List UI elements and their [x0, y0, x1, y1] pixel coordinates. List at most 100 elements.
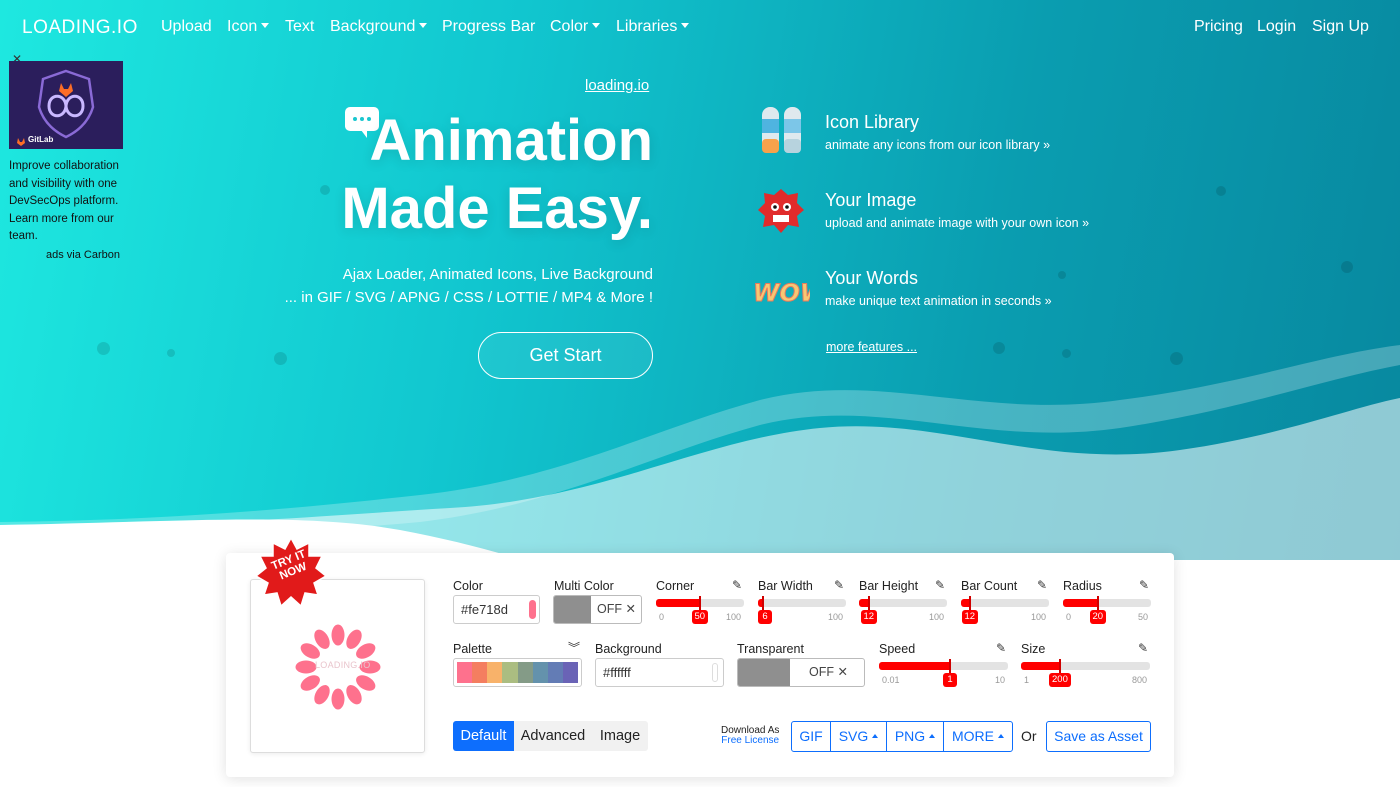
slider-value: 1	[943, 673, 957, 687]
nav-progress-bar-label: Progress Bar	[442, 18, 536, 35]
bar-count-label: Bar Count	[961, 579, 1018, 593]
color-input[interactable]: #fe718d	[453, 595, 540, 624]
bar-count-slider[interactable]: 210012	[961, 596, 1049, 626]
palette-swatch	[547, 662, 563, 683]
nav-pricing[interactable]: Pricing	[1194, 18, 1243, 36]
site-link[interactable]: loading.io	[585, 77, 649, 94]
pencil-icon[interactable]: ✎	[1037, 578, 1047, 592]
toggle-off-label: OFF ✕	[809, 665, 848, 679]
nav-sign-up[interactable]: Sign Up	[1312, 18, 1369, 36]
download-more-button[interactable]: MORE	[943, 721, 1013, 752]
radius-slider[interactable]: 0 50 20	[1063, 596, 1151, 626]
speed-slider[interactable]: 0.01 10 1	[879, 659, 1008, 689]
slider-value: 6	[758, 610, 772, 624]
caret-up-icon	[872, 734, 879, 738]
nav-background[interactable]: Background	[330, 18, 428, 36]
nav-libraries[interactable]: Libraries	[616, 18, 690, 36]
tab-image[interactable]: Image	[592, 721, 648, 751]
transparent-label: Transparent	[737, 642, 804, 656]
nav-progress-bar[interactable]: Progress Bar	[442, 18, 535, 36]
download-as-label: Download As Free License	[721, 726, 779, 746]
nav-text[interactable]: Text	[285, 18, 314, 36]
slider-track[interactable]	[961, 599, 1049, 607]
decor-dot	[167, 349, 175, 357]
size-slider[interactable]: 1 800 200	[1021, 659, 1150, 689]
palette-label: Palette	[453, 642, 492, 656]
tab-advanced[interactable]: Advanced	[514, 721, 592, 751]
bar-height-label: Bar Height	[859, 579, 919, 593]
download-gif-button[interactable]: GIF	[791, 721, 831, 752]
slider-track[interactable]	[859, 599, 947, 607]
nav-color-label: Color	[550, 18, 589, 35]
hero-headline: Animation Made Easy.	[341, 107, 653, 243]
slider-value: 50	[691, 610, 709, 624]
ad-text[interactable]: Improve collaboration and visibility wit…	[9, 158, 125, 246]
chevron-down-icon	[419, 23, 428, 28]
slider-max: 100	[827, 612, 843, 622]
feature-your-words[interactable]: WOW Your Words make unique text animatio…	[752, 261, 1172, 315]
nav-upload[interactable]: Upload	[161, 18, 212, 36]
radius-label: Radius	[1063, 579, 1102, 593]
multi-color-toggle[interactable]: OFF ✕	[553, 595, 642, 624]
ad-image[interactable]: GitLab	[9, 61, 123, 149]
size-label: Size	[1021, 642, 1046, 656]
slider-min: 0	[1066, 612, 1072, 622]
decor-dot	[1170, 352, 1183, 365]
pencil-icon[interactable]: ✎	[834, 578, 844, 592]
site-logo[interactable]: LOADING.IO	[22, 17, 138, 39]
more-features-link[interactable]: more features ...	[826, 340, 917, 354]
corner-slider[interactable]: 0 100 50	[656, 596, 744, 626]
slider-max: 10	[994, 675, 1005, 685]
spinner-bar	[331, 688, 345, 710]
more-label: MORE	[952, 728, 994, 744]
nav-icon[interactable]: Icon	[227, 18, 270, 36]
double-chevron-down-icon[interactable]: ︾	[568, 639, 580, 656]
pencil-icon[interactable]: ✎	[935, 578, 945, 592]
free-license-link[interactable]: Free License	[721, 736, 779, 746]
nav-login[interactable]: Login	[1257, 18, 1296, 36]
palette-swatch	[562, 662, 578, 683]
feature-title: Your Image	[825, 190, 917, 210]
nav-icon-label: Icon	[227, 18, 258, 35]
transparent-toggle[interactable]: OFF ✕	[737, 658, 865, 687]
feature-icon-library[interactable]: Icon Library animate any icons from our …	[752, 105, 1172, 159]
chevron-down-icon	[261, 23, 270, 28]
subtitle-line1: Ajax Loader, Animated Icons, Live Backgr…	[342, 266, 653, 283]
caret-up-icon	[998, 734, 1004, 738]
pencil-icon[interactable]: ✎	[732, 578, 742, 592]
slider-value: 12	[860, 610, 878, 624]
ad-brand: GitLab	[28, 135, 54, 144]
decor-dot	[320, 185, 330, 195]
decor-dot	[1341, 261, 1353, 273]
palette-swatch	[472, 662, 488, 683]
get-start-button[interactable]: Get Start	[478, 332, 653, 379]
pencil-icon[interactable]: ✎	[996, 641, 1006, 655]
bar-height-slider[interactable]: 110012	[859, 596, 947, 626]
nav-color[interactable]: Color	[550, 18, 601, 36]
background-input[interactable]: #ffffff	[595, 658, 724, 687]
color-swatch[interactable]	[529, 600, 536, 619]
slider-fill	[1063, 599, 1098, 607]
pencil-icon[interactable]: ✎	[1139, 578, 1149, 592]
download-svg-button[interactable]: SVG	[830, 721, 887, 752]
feature-your-image[interactable]: Your Image upload and animate image with…	[752, 183, 1172, 237]
slider-track[interactable]	[758, 599, 846, 607]
pencil-icon[interactable]: ✎	[1138, 641, 1148, 655]
bar-width-slider[interactable]: 01006	[758, 596, 846, 626]
hero-subtitle: Ajax Loader, Animated Icons, Live Backgr…	[285, 263, 653, 309]
decor-dot	[97, 342, 110, 355]
svg-text:WOW: WOW	[753, 279, 810, 307]
caret-up-icon	[929, 734, 936, 738]
slider-max: 100	[725, 612, 741, 622]
tab-default[interactable]: Default	[453, 721, 514, 751]
background-swatch[interactable]	[712, 663, 718, 682]
editor-panel: LOADING.IO TRY IT NOW Color #fe718d Mult…	[226, 536, 1174, 777]
palette-picker[interactable]	[453, 658, 582, 687]
save-as-asset-button[interactable]: Save as Asset	[1046, 721, 1151, 752]
nav-libraries-label: Libraries	[616, 18, 678, 35]
background-value: #ffffff	[603, 665, 631, 680]
download-png-button[interactable]: PNG	[886, 721, 944, 752]
ad-via-link[interactable]: ads via Carbon	[46, 249, 120, 261]
palette-swatch	[487, 662, 503, 683]
background-label: Background	[595, 642, 662, 656]
